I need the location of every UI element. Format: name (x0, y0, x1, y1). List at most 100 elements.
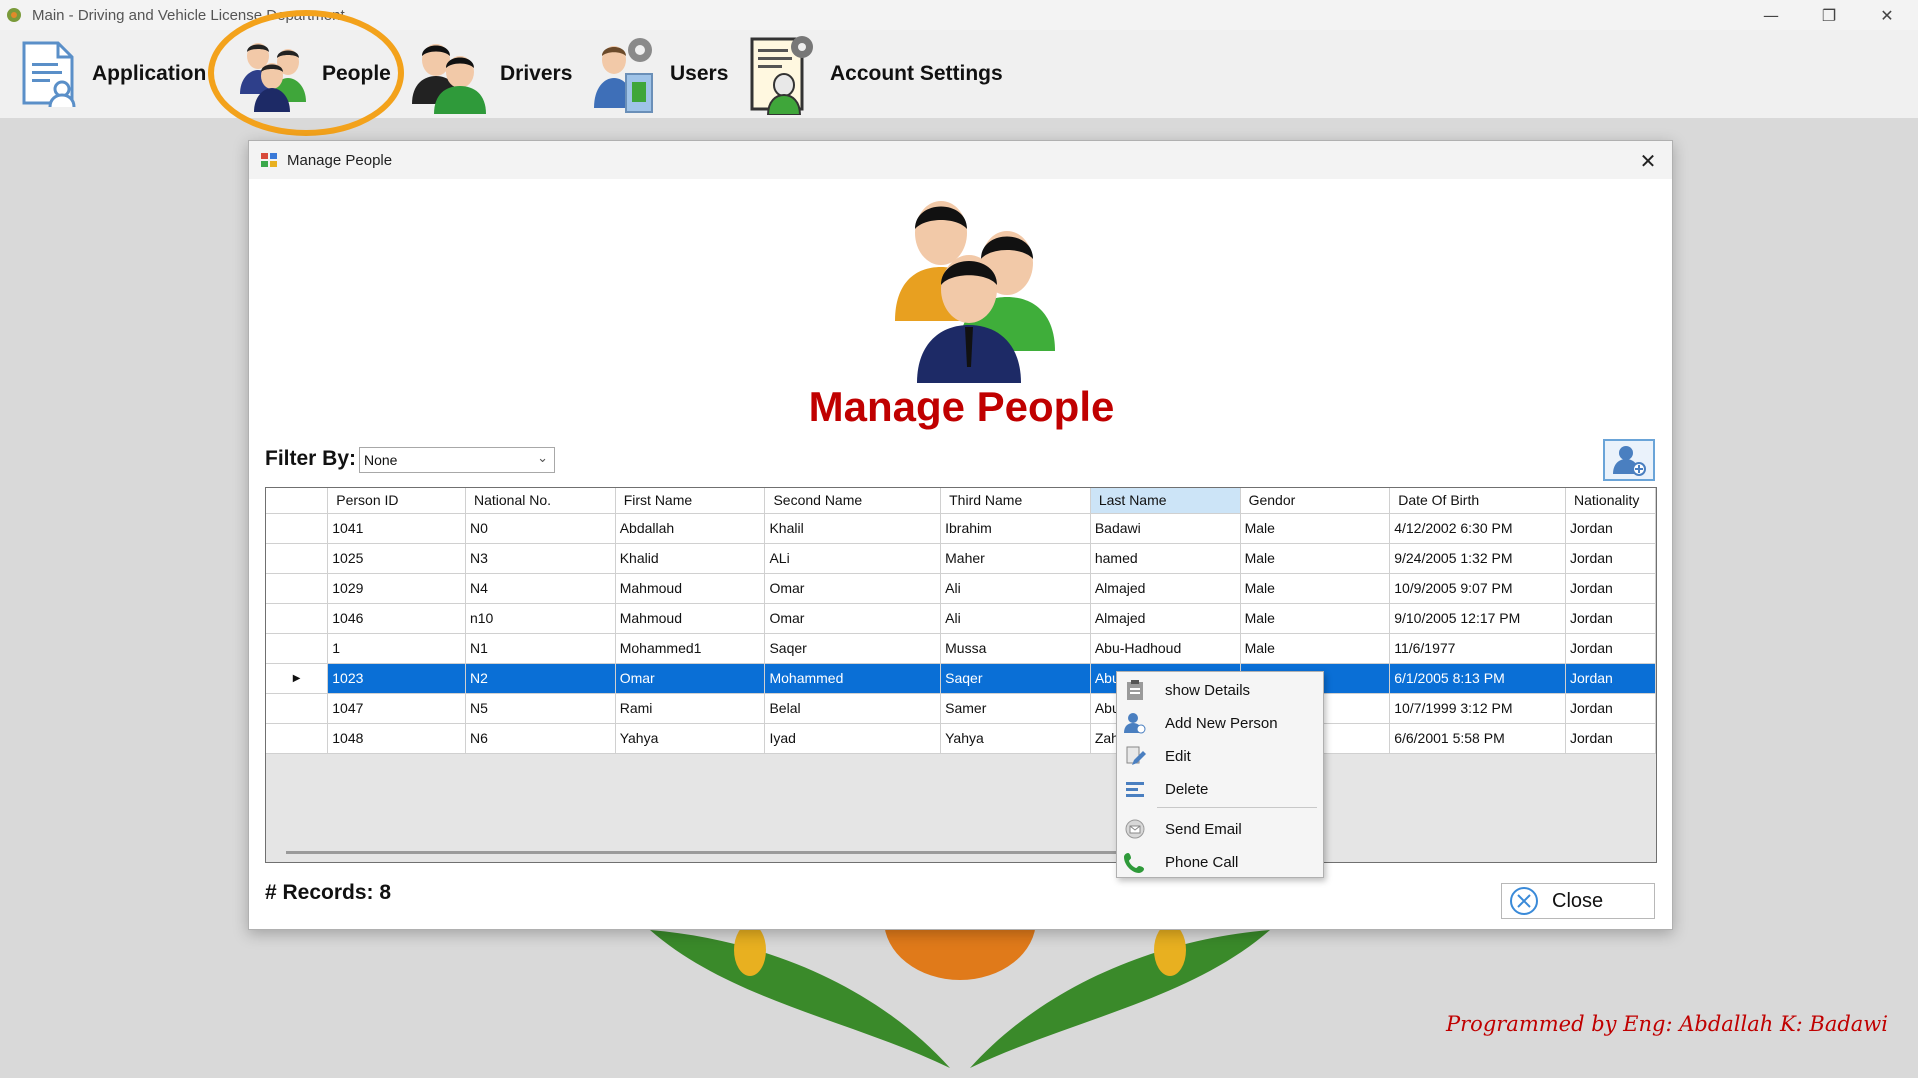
table-cell[interactable]: 1029 (327, 573, 466, 604)
column-header[interactable]: Second Name (764, 488, 942, 514)
column-header[interactable]: Date Of Birth (1389, 488, 1567, 514)
table-row[interactable]: ▶ 1023 N2 Omar Mohammed Saqer Abu 6/1/2005 8:13… (266, 663, 1656, 694)
table-cell[interactable]: Yahya (615, 723, 766, 754)
minimize-button[interactable]: — (1742, 0, 1800, 30)
table-cell[interactable]: Khalil (764, 513, 942, 544)
table-cell[interactable]: Mahmoud (615, 573, 766, 604)
table-row[interactable]: 1025 N3 Khalid ALi Maher hamed Male 9/24/2005 1… (266, 543, 1656, 574)
table-cell[interactable]: 6/1/2005 8:13 PM (1389, 663, 1567, 694)
table-cell[interactable]: Mahmoud (615, 603, 766, 634)
table-cell[interactable]: Jordan (1565, 633, 1656, 664)
table-cell[interactable]: Jordan (1565, 663, 1656, 694)
table-cell[interactable]: Almajed (1090, 573, 1241, 604)
table-cell[interactable]: Ali (940, 573, 1091, 604)
table-cell[interactable]: Iyad (764, 723, 942, 754)
table-cell[interactable]: Jordan (1565, 723, 1656, 754)
table-cell[interactable]: Male (1240, 603, 1391, 634)
table-cell[interactable]: Jordan (1565, 513, 1656, 544)
table-cell[interactable]: Mohammed (764, 663, 942, 694)
table-row[interactable]: 1041 N0 Abdallah Khalil Ibrahim Badawi Male 4/1… (266, 513, 1656, 544)
add-person-button[interactable] (1603, 439, 1655, 481)
filter-by-select[interactable]: None ⌄ (359, 447, 555, 473)
row-header-cell[interactable] (266, 723, 329, 754)
context-item-phone-call[interactable]: Phone Call (1117, 847, 1323, 877)
context-item-show-details[interactable]: show Details (1117, 675, 1323, 705)
table-cell[interactable]: N5 (465, 693, 616, 724)
table-row[interactable]: 1 N1 Mohammed1 Saqer Mussa Abu-Hadhoud Male 11/… (266, 633, 1656, 664)
menu-item-application[interactable]: Application (18, 30, 206, 118)
table-cell[interactable]: Mohammed1 (615, 633, 766, 664)
people-grid[interactable]: Person ID National No. First Name Second Na… (265, 487, 1657, 863)
menu-item-account-settings[interactable]: Account Settings (746, 30, 1003, 118)
table-cell[interactable]: 9/24/2005 1:32 PM (1389, 543, 1567, 574)
table-cell[interactable]: Omar (615, 663, 766, 694)
column-header[interactable]: Nationality (1565, 488, 1656, 514)
table-cell[interactable]: hamed (1090, 543, 1241, 574)
row-header-cell[interactable] (266, 543, 329, 574)
table-row[interactable]: 1048 N6 Yahya Iyad Yahya Zah 6/6/2001 5:58 PM J… (266, 723, 1656, 754)
menu-item-users[interactable]: Users (592, 30, 728, 118)
table-cell[interactable]: N6 (465, 723, 616, 754)
table-cell[interactable]: N4 (465, 573, 616, 604)
table-cell[interactable]: N3 (465, 543, 616, 574)
table-cell[interactable]: N0 (465, 513, 616, 544)
table-cell[interactable]: Ibrahim (940, 513, 1091, 544)
table-cell[interactable]: 10/7/1999 3:12 PM (1389, 693, 1567, 724)
dialog-close-icon[interactable]: ✕ (1636, 149, 1660, 173)
table-cell[interactable]: Almajed (1090, 603, 1241, 634)
context-item-send-email[interactable]: Send Email (1117, 814, 1323, 844)
table-cell[interactable]: 1041 (327, 513, 466, 544)
table-cell[interactable]: Jordan (1565, 543, 1656, 574)
table-cell[interactable]: 1046 (327, 603, 466, 634)
row-header-cell[interactable] (266, 513, 329, 544)
table-cell[interactable]: Saqer (940, 663, 1091, 694)
table-cell[interactable]: Samer (940, 693, 1091, 724)
table-cell[interactable]: 1 (327, 633, 466, 664)
column-header[interactable]: First Name (615, 488, 766, 514)
restore-button[interactable]: ❐ (1800, 0, 1858, 30)
window-close-button[interactable]: ✕ (1858, 0, 1916, 30)
table-cell[interactable]: ALi (764, 543, 942, 574)
table-cell[interactable]: 10/9/2005 9:07 PM (1389, 573, 1567, 604)
column-header[interactable]: Gendor (1240, 488, 1391, 514)
column-header[interactable]: National No. (465, 488, 616, 514)
column-header[interactable]: Last Name (1090, 488, 1241, 514)
table-cell[interactable]: Jordan (1565, 693, 1656, 724)
table-cell[interactable]: 1023 (327, 663, 466, 694)
row-header-cell[interactable] (266, 693, 329, 724)
context-item-add-new-person[interactable]: Add New Person (1117, 708, 1323, 738)
table-row[interactable]: 1047 N5 Rami Belal Samer Abu 10/7/1999 3:12 PM… (266, 693, 1656, 724)
column-header[interactable]: Person ID (327, 488, 466, 514)
table-cell[interactable]: 6/6/2001 5:58 PM (1389, 723, 1567, 754)
table-cell[interactable]: Omar (764, 603, 942, 634)
table-cell[interactable]: Male (1240, 573, 1391, 604)
table-cell[interactable]: 9/10/2005 12:17 PM (1389, 603, 1567, 634)
table-cell[interactable]: Rami (615, 693, 766, 724)
table-cell[interactable]: Mussa (940, 633, 1091, 664)
table-cell[interactable]: Jordan (1565, 573, 1656, 604)
menu-item-drivers[interactable]: Drivers (410, 30, 572, 118)
table-cell[interactable]: Male (1240, 513, 1391, 544)
row-header-cell[interactable]: ▶ (266, 663, 329, 694)
table-row[interactable]: 1046 n10 Mahmoud Omar Ali Almajed Male 9/10/200… (266, 603, 1656, 634)
row-header-cell[interactable] (266, 633, 329, 664)
table-cell[interactable]: Male (1240, 633, 1391, 664)
table-cell[interactable]: Saqer (764, 633, 942, 664)
table-cell[interactable]: n10 (465, 603, 616, 634)
table-cell[interactable]: Omar (764, 573, 942, 604)
column-header[interactable]: Third Name (940, 488, 1091, 514)
table-row[interactable]: 1029 N4 Mahmoud Omar Ali Almajed Male 10/9/2005… (266, 573, 1656, 604)
context-item-edit[interactable]: Edit (1117, 741, 1323, 771)
table-cell[interactable]: N1 (465, 633, 616, 664)
table-cell[interactable]: Ali (940, 603, 1091, 634)
table-cell[interactable]: Abu-Hadhoud (1090, 633, 1241, 664)
table-cell[interactable]: Male (1240, 543, 1391, 574)
close-button[interactable]: Close (1501, 883, 1655, 919)
table-cell[interactable]: Jordan (1565, 603, 1656, 634)
table-cell[interactable]: 1025 (327, 543, 466, 574)
table-cell[interactable]: 1048 (327, 723, 466, 754)
table-cell[interactable]: N2 (465, 663, 616, 694)
table-cell[interactable]: Khalid (615, 543, 766, 574)
table-cell[interactable]: 4/12/2002 6:30 PM (1389, 513, 1567, 544)
table-cell[interactable]: Abdallah (615, 513, 766, 544)
